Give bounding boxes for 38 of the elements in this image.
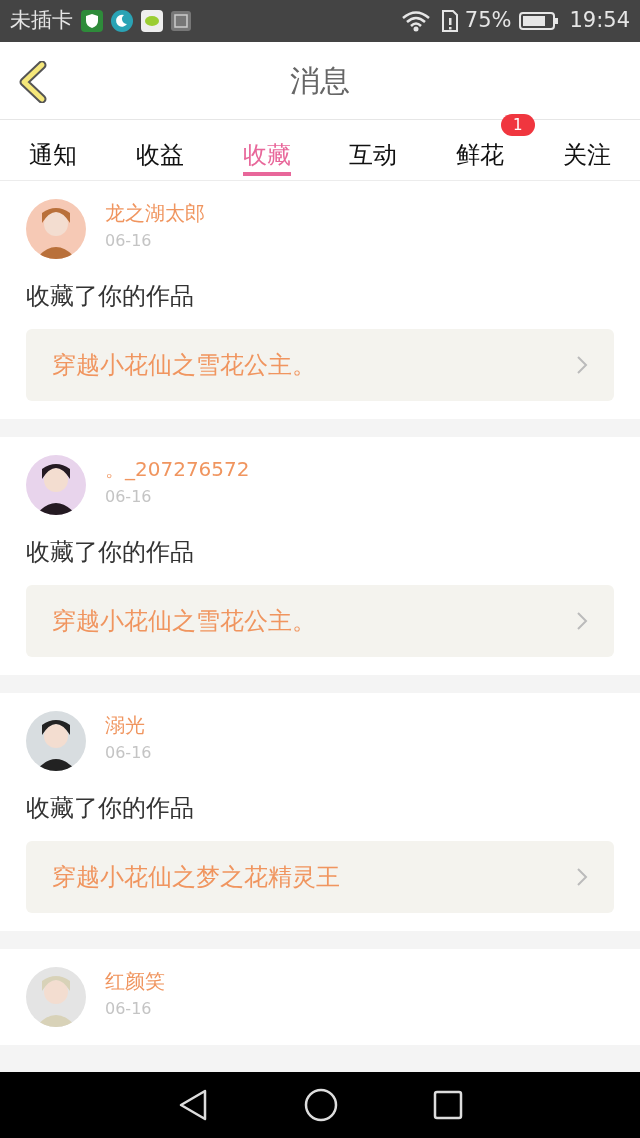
avatar-icon[interactable]	[26, 455, 86, 515]
message-date: 06-16	[105, 742, 152, 764]
clock-time: 19:54	[569, 7, 630, 35]
message-date: 06-16	[105, 486, 153, 508]
message-text: 收藏了你的作品	[26, 281, 195, 311]
user-name[interactable]: 红颜笑	[105, 967, 165, 995]
home-nav-icon[interactable]	[304, 1088, 338, 1122]
chevron-right-icon	[576, 867, 588, 887]
count-badge: 1	[500, 114, 535, 136]
chevron-right-icon	[576, 611, 588, 631]
tab[interactable]: 关注	[562, 138, 611, 176]
work-link[interactable]: 穿越小花仙之梦之花精灵王	[26, 841, 614, 913]
tab[interactable]: 鲜花	[456, 138, 504, 176]
back-chevron-icon	[18, 61, 48, 103]
tab[interactable]: 收益	[136, 138, 184, 176]
battery-icon	[519, 11, 560, 31]
page-title: 消息	[290, 62, 350, 100]
shield-app-icon	[81, 10, 103, 32]
work-link[interactable]: 穿越小花仙之雪花公主。	[26, 585, 614, 657]
battery-percent: 75%	[464, 7, 512, 35]
user-name[interactable]: 。_207276572	[105, 455, 250, 483]
carrier-text: 未插卡	[10, 7, 73, 35]
message-date: 06-16	[105, 230, 153, 252]
tab[interactable]: 互动	[349, 138, 398, 176]
message-text: 收藏了你的作品	[26, 537, 195, 567]
wifi-icon	[400, 10, 431, 32]
moon-app-icon	[111, 10, 133, 32]
recents-nav-icon[interactable]	[432, 1090, 463, 1120]
tab[interactable]: 收藏	[242, 138, 291, 176]
avatar-icon[interactable]	[26, 711, 86, 771]
sim-alert-icon	[440, 9, 459, 33]
work-link[interactable]: 穿越小花仙之雪花公主。	[26, 329, 614, 401]
message-text: 收藏了你的作品	[26, 793, 195, 823]
user-name[interactable]: 龙之湖太郎	[105, 199, 205, 227]
user-name[interactable]: 溺光	[105, 711, 152, 739]
chevron-right-icon	[576, 355, 588, 375]
message-date: 06-16	[105, 998, 153, 1020]
tab[interactable]: 通知	[29, 138, 78, 176]
